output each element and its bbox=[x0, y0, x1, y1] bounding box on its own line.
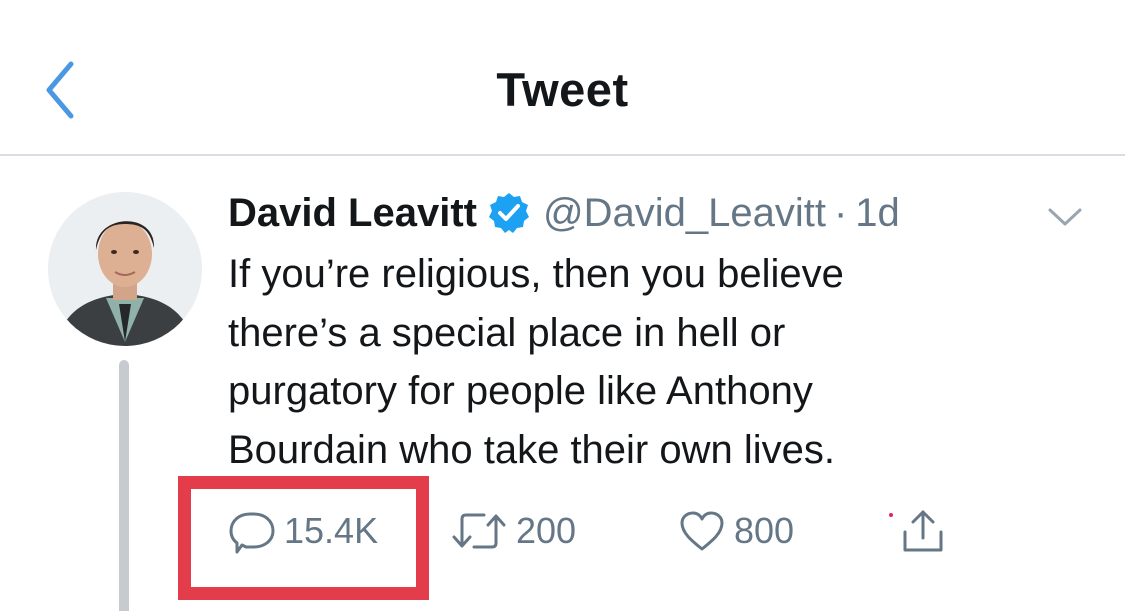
reply-count: 15.4K bbox=[284, 510, 379, 551]
avatar[interactable] bbox=[48, 192, 202, 346]
page-title: Tweet bbox=[496, 63, 629, 116]
notification-dot bbox=[889, 513, 893, 517]
reply-button[interactable]: 15.4K bbox=[228, 500, 378, 562]
separator-dot: · bbox=[833, 190, 848, 235]
thread-line bbox=[119, 360, 129, 611]
user-handle[interactable]: @David_Leavitt bbox=[543, 191, 826, 236]
share-upload-icon bbox=[903, 510, 943, 552]
retweet-icon bbox=[452, 513, 506, 549]
reply-bubble-icon bbox=[229, 512, 275, 554]
display-name[interactable]: David Leavitt bbox=[228, 191, 477, 236]
retweet-count: 200 bbox=[516, 510, 577, 551]
verified-badge-icon bbox=[487, 191, 531, 235]
like-button[interactable]: 800 bbox=[678, 500, 794, 562]
heart-icon bbox=[680, 511, 724, 551]
tweet-options-button[interactable] bbox=[1040, 200, 1090, 234]
like-count: 800 bbox=[734, 510, 795, 551]
navigation-bar: Tweet bbox=[0, 0, 1125, 156]
tweet-actions: 15.4K 200 800 bbox=[0, 500, 1125, 570]
share-button[interactable] bbox=[897, 500, 957, 562]
timestamp: 1d bbox=[855, 190, 900, 235]
profile-photo bbox=[48, 192, 202, 346]
tweet-header: David Leavitt @David_Leavitt · 1d bbox=[228, 188, 900, 238]
chevron-down-icon bbox=[1048, 208, 1082, 226]
tweet-text: If you’re religious, then you believe th… bbox=[228, 252, 844, 472]
retweet-button[interactable]: 200 bbox=[450, 500, 576, 562]
